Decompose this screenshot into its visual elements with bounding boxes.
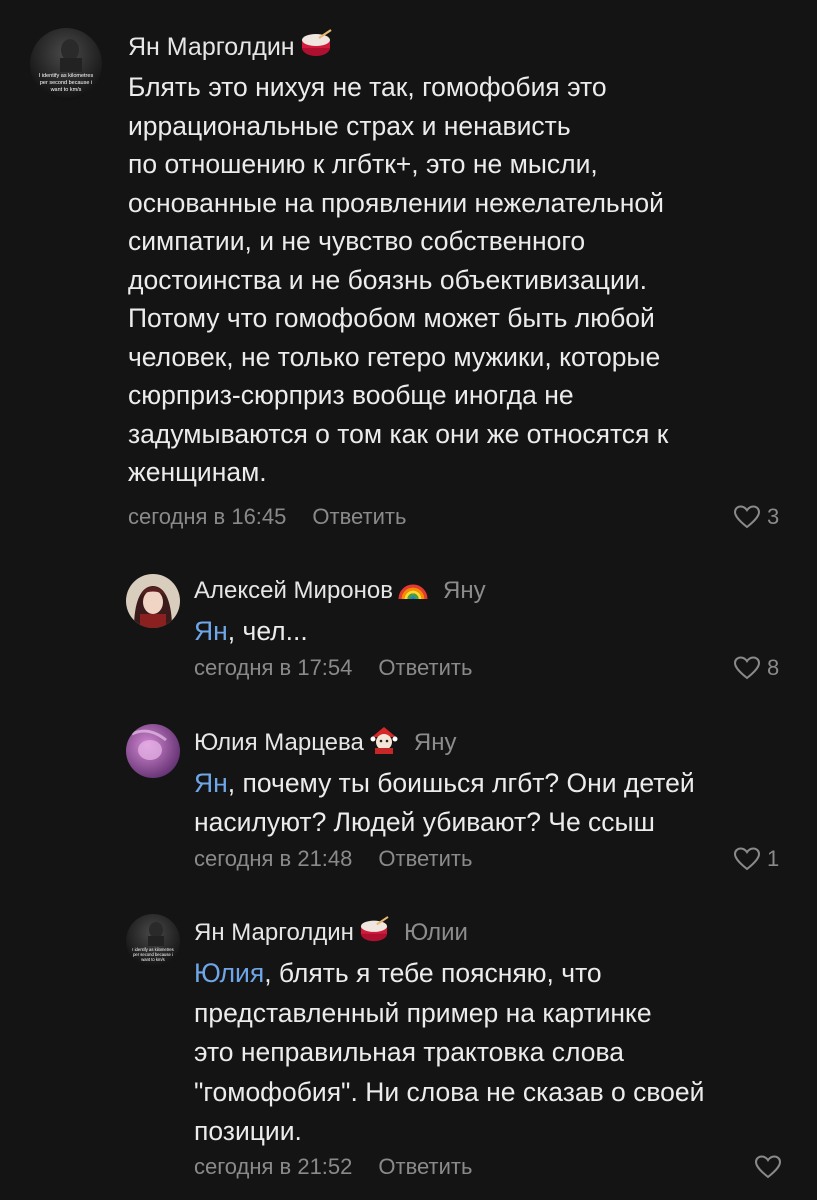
comment: I identify as kilometres per second beca… bbox=[0, 0, 817, 545]
comment-line: это неправильная трактовка слова bbox=[194, 1037, 625, 1067]
heart-icon bbox=[733, 656, 761, 680]
comment-line-text: , чел... bbox=[227, 616, 308, 646]
avatar-caption-line: want to km/s bbox=[50, 87, 82, 93]
mention-link[interactable]: Юлия bbox=[194, 958, 264, 988]
avatar[interactable]: I identify as kilometres per second beca… bbox=[30, 28, 102, 100]
avatar[interactable] bbox=[126, 724, 180, 778]
like-button[interactable]: 3 bbox=[733, 502, 779, 532]
avatar[interactable]: I identify as kilometres per second beca… bbox=[126, 914, 180, 968]
reply-comment: Юлия Марцева Яну Ян, почему ты боишься л… bbox=[0, 712, 817, 892]
author-name[interactable]: Юлия Марцева bbox=[194, 729, 364, 757]
comment-line: сюрприз-сюрприз вообще иногда не bbox=[128, 380, 574, 410]
like-button[interactable] bbox=[754, 1152, 782, 1182]
author-row: Юлия Марцева Яну bbox=[194, 726, 456, 760]
comment-line: основанные на проявлении нежелательной bbox=[128, 187, 664, 218]
reply-button[interactable]: Ответить bbox=[378, 846, 472, 872]
comment-line: Блять это нихуя не так, гомофобия это bbox=[128, 72, 607, 102]
comment-line: достоинства и не боязнь объективизации. bbox=[128, 264, 647, 295]
timestamp[interactable]: сегодня в 17:54 bbox=[194, 655, 352, 681]
author-row: Алексей Миронов Яну bbox=[194, 574, 486, 608]
avatar-caption-line: per second because i bbox=[40, 80, 92, 86]
comment-line-text: , почему ты боишься лгбт? Они детей bbox=[227, 768, 695, 798]
comment-line: "гомофобия". Ни слова не сказав о своей bbox=[194, 1076, 705, 1107]
like-count: 1 bbox=[767, 846, 780, 871]
character-emoji-icon bbox=[368, 725, 400, 762]
comment-text: Блять это нихуя не так, гомофобия это ир… bbox=[128, 68, 808, 492]
reply-button[interactable]: Ответить bbox=[378, 1154, 472, 1180]
reply-comment: I identify as kilometres per second beca… bbox=[0, 902, 817, 1200]
comment-meta: сегодня в 21:52 Ответить bbox=[194, 1152, 472, 1182]
comment-line: насилуют? Людей убивают? Че ссыш bbox=[194, 807, 655, 837]
avatar-caption-line: I identify as kilometres bbox=[39, 73, 94, 79]
comment-line-text: , блять я тебе поясняю, что bbox=[264, 958, 602, 988]
drum-icon bbox=[299, 28, 333, 66]
like-button[interactable]: 1 bbox=[733, 844, 779, 874]
comment-line: человек, не только гетеро мужики, которы… bbox=[128, 341, 661, 372]
comment-line: симпатии, и не чувство собственного bbox=[128, 226, 586, 256]
comment-line: женщинам. bbox=[128, 457, 267, 487]
mention-link[interactable]: Ян bbox=[194, 616, 228, 646]
avatar[interactable] bbox=[126, 574, 180, 628]
timestamp[interactable]: сегодня в 21:52 bbox=[194, 1154, 352, 1180]
author-row: Ян Марголдин bbox=[128, 28, 333, 66]
reply-button[interactable]: Ответить bbox=[378, 655, 472, 681]
comment-line: Юлия, блять я тебе поясняю, что bbox=[194, 954, 794, 994]
mention-link[interactable]: Ян bbox=[194, 768, 228, 798]
timestamp[interactable]: сегодня в 16:45 bbox=[128, 504, 286, 530]
avatar-image: I identify as kilometres per second beca… bbox=[126, 914, 180, 968]
comment-meta: сегодня в 16:45 Ответить bbox=[128, 502, 406, 532]
reply-comment: Алексей Миронов Яну Ян, чел... сегодня в… bbox=[0, 560, 817, 700]
comment-line: по отношению к лгбтк+, это не мысли, bbox=[128, 149, 598, 179]
comment-text: Ян, почему ты боишься лгбт? Они детей на… bbox=[194, 764, 794, 842]
comment-line: представленный пример на картинке bbox=[194, 997, 652, 1028]
comment-text: Ян, чел... bbox=[194, 612, 794, 650]
drum-icon bbox=[358, 915, 390, 951]
heart-icon bbox=[733, 505, 761, 529]
reply-to-label[interactable]: Яну bbox=[414, 729, 457, 757]
avatar-image: I identify as kilometres per second beca… bbox=[30, 28, 102, 100]
reply-to-label[interactable]: Яну bbox=[443, 577, 486, 605]
like-button[interactable]: 8 bbox=[733, 653, 779, 683]
reply-to-label[interactable]: Юлии bbox=[404, 919, 468, 947]
heart-icon bbox=[754, 1155, 782, 1179]
comment-line: позиции. bbox=[194, 1116, 302, 1146]
heart-icon bbox=[733, 847, 761, 871]
author-name[interactable]: Ян Марголдин bbox=[194, 919, 354, 947]
comment-line: иррациональные страх и ненависть bbox=[128, 110, 571, 141]
avatar-caption-line: want to km/s bbox=[141, 957, 165, 962]
timestamp[interactable]: сегодня в 21:48 bbox=[194, 846, 352, 872]
comment-meta: сегодня в 17:54 Ответить bbox=[194, 653, 472, 683]
like-count: 3 bbox=[767, 504, 780, 529]
comment-line: Потому что гомофобом может быть любой bbox=[128, 303, 655, 333]
comment-text: Юлия, блять я тебе поясняю, что представ… bbox=[194, 954, 794, 1152]
reply-button[interactable]: Ответить bbox=[312, 504, 406, 530]
like-count: 8 bbox=[767, 655, 780, 680]
author-name[interactable]: Ян Марголдин bbox=[128, 33, 295, 62]
comment-meta: сегодня в 21:48 Ответить bbox=[194, 844, 472, 874]
avatar-image bbox=[126, 574, 180, 628]
comment-line: задумываются о том как они же относятся … bbox=[128, 418, 669, 449]
author-row: Ян Марголдин Юлии bbox=[194, 915, 468, 951]
rainbow-icon bbox=[397, 575, 429, 608]
author-name[interactable]: Алексей Миронов bbox=[194, 577, 393, 605]
comment-line: Ян, чел... bbox=[194, 612, 794, 650]
comment-line: Ян, почему ты боишься лгбт? Они детей bbox=[194, 764, 794, 803]
avatar-image bbox=[126, 724, 180, 778]
